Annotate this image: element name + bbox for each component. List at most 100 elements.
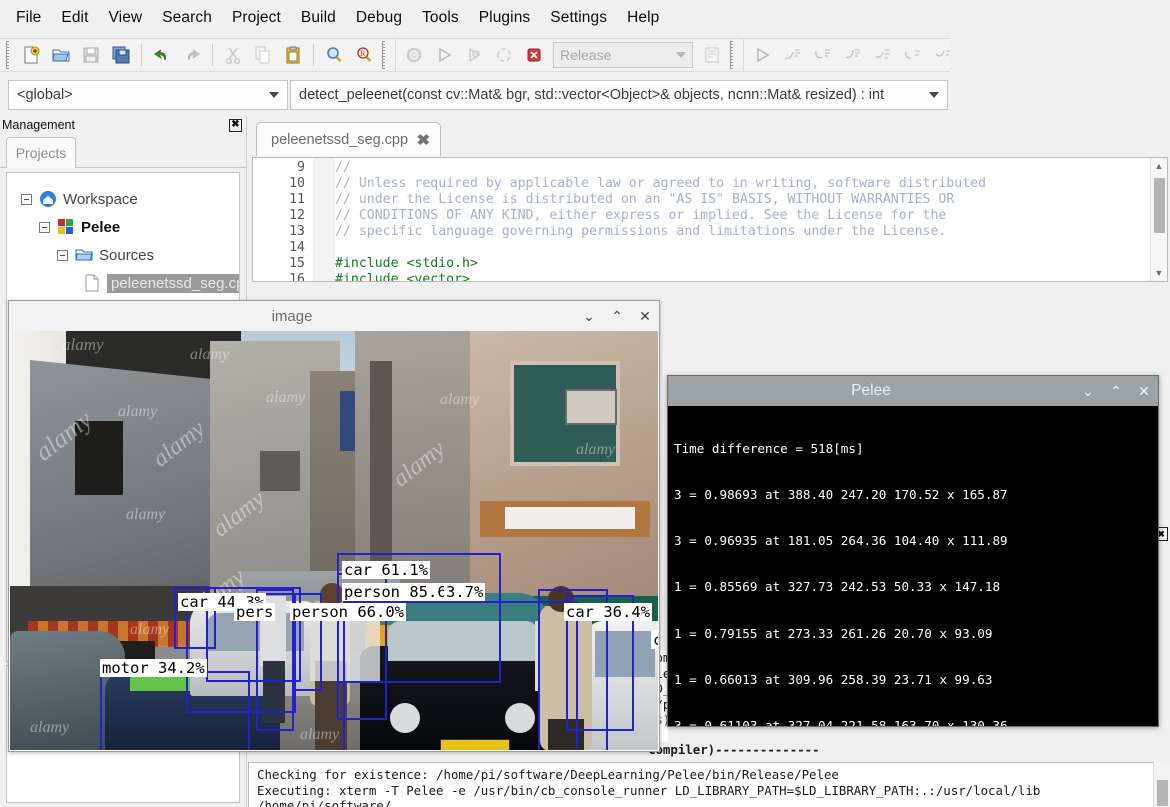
save-icon[interactable] — [77, 41, 105, 69]
collapse-toggle-icon[interactable] — [57, 249, 68, 261]
detection-label-37: 3.7% — [444, 583, 486, 601]
line-number: 11 — [289, 192, 305, 207]
find-icon[interactable] — [320, 41, 348, 69]
ac-unit-1 — [260, 451, 300, 491]
menu-project[interactable]: Project — [222, 5, 291, 31]
close-icon[interactable]: ✖ — [416, 131, 430, 149]
debug-step-into-instruction-icon[interactable] — [898, 41, 926, 69]
editor-vertical-scrollbar[interactable]: ▲ ▼ — [1150, 158, 1167, 281]
collapse-toggle-icon[interactable] — [39, 221, 50, 233]
tree-node-pelee[interactable]: Pelee — [7, 213, 239, 241]
copy-icon[interactable] — [249, 41, 277, 69]
minimize-icon[interactable]: ⌄ — [575, 302, 603, 330]
sign-plate-white — [505, 507, 635, 529]
minimize-icon[interactable]: ⌄ — [1074, 377, 1102, 405]
toolbar-grip[interactable] — [730, 41, 737, 69]
scope-combo[interactable]: <global> — [8, 80, 288, 110]
code-line: 16 #include <vector> — [253, 272, 1149, 281]
menu-search[interactable]: Search — [152, 5, 222, 31]
rebuild-icon[interactable] — [490, 41, 518, 69]
menu-file[interactable]: File — [6, 5, 51, 31]
image-window-title: image — [271, 307, 313, 325]
build-and-run-icon[interactable] — [460, 41, 488, 69]
collapse-toggle-icon[interactable] — [21, 193, 32, 205]
editor-tab-peleenetssd-seg-cpp[interactable]: peleenetssd_seg.cpp ✖ — [256, 122, 441, 156]
cut-icon[interactable] — [219, 41, 247, 69]
function-combo[interactable]: detect_peleenet(const cv::Mat& bgr, std:… — [290, 80, 948, 110]
menu-view[interactable]: View — [99, 5, 153, 31]
compiler-toolbar-group: Release — [396, 38, 744, 72]
debug-next-instruction-icon[interactable] — [868, 41, 896, 69]
debug-step-into-icon[interactable] — [808, 41, 836, 69]
tree-label: Sources — [99, 246, 155, 264]
tree-label: peleenetssd_seg.cpp — [107, 273, 239, 293]
menu-plugins[interactable]: Plugins — [469, 5, 541, 31]
undo-icon[interactable] — [148, 41, 176, 69]
tree-node-sources[interactable]: Sources — [7, 241, 239, 269]
line-text: // specific language governing permissio… — [335, 224, 947, 239]
main-toolbar-group: R — [0, 38, 396, 72]
signboard-left — [75, 421, 123, 495]
project-icon — [57, 218, 75, 236]
menu-build[interactable]: Build — [291, 5, 346, 31]
pelee-terminal-window[interactable]: Pelee ⌄ ⌃ ✕ Time difference = 518[ms] 3 … — [667, 375, 1159, 727]
debug-continue-icon[interactable] — [748, 41, 776, 69]
line-text: // Unless required by applicable law or … — [335, 176, 987, 191]
code-view[interactable]: 9 // 10 // Unless required by applicable… — [252, 157, 1168, 282]
open-file-icon[interactable] — [47, 41, 75, 69]
build-target-combo[interactable]: Release — [553, 42, 693, 68]
detection-label-person-66: person 66.0% — [290, 603, 406, 621]
image-window[interactable]: image ⌄ ⌃ ✕ alamy alamy alamy alamy alam… — [8, 300, 660, 752]
menu-settings[interactable]: Settings — [540, 5, 617, 31]
close-icon[interactable]: ✕ — [631, 302, 659, 330]
scrollbar-thumb[interactable] — [1154, 178, 1165, 233]
management-header: Management ✖ — [0, 116, 246, 134]
code-lines: 9 // 10 // Unless required by applicable… — [253, 160, 1149, 281]
build-log-icon[interactable] — [698, 41, 726, 69]
scroll-down-icon[interactable]: ▼ — [1151, 265, 1167, 281]
build-icon[interactable] — [400, 41, 428, 69]
maximize-icon[interactable]: ⌃ — [603, 302, 631, 330]
debug-next-line-icon[interactable] — [778, 41, 806, 69]
menu-debug[interactable]: Debug — [346, 5, 412, 31]
menu-help[interactable]: Help — [617, 5, 669, 31]
toolbar-grip[interactable] — [6, 41, 13, 69]
menu-edit[interactable]: Edit — [51, 5, 98, 31]
abort-icon[interactable] — [520, 41, 548, 69]
code-line: 11 // under the License is distributed o… — [253, 192, 1149, 208]
debug-step-out-icon[interactable] — [838, 41, 866, 69]
paste-icon[interactable] — [279, 41, 307, 69]
terminal-titlebar[interactable]: Pelee ⌄ ⌃ ✕ — [668, 376, 1158, 406]
toolbar-grip[interactable] — [382, 41, 389, 69]
line-number: 15 — [289, 256, 305, 271]
tree-label: Pelee — [81, 218, 121, 236]
maximize-icon[interactable]: ⌃ — [1102, 377, 1130, 405]
build-log-line: Checking for existence: /home/pi/softwar… — [257, 767, 839, 782]
build-log-line: Executing: xterm -T Pelee -e /usr/bin/cb… — [257, 782, 1041, 807]
chevron-down-icon — [929, 92, 939, 98]
close-icon[interactable]: ✖ — [229, 118, 242, 132]
terminal-output[interactable]: Time difference = 518[ms] 3 = 0.98693 at… — [668, 406, 1158, 726]
bbox-motor-34 — [100, 671, 250, 750]
close-icon[interactable]: ✕ — [1130, 377, 1158, 405]
tab-projects[interactable]: Projects — [6, 137, 76, 168]
tree-node-peleenetssd-seg-cpp[interactable]: peleenetssd_seg.cpp — [7, 269, 239, 297]
replace-icon[interactable]: R — [350, 41, 378, 69]
menu-tools[interactable]: Tools — [412, 5, 469, 31]
save-all-icon[interactable] — [107, 41, 135, 69]
terminal-line: 1 = 0.66013 at 309.96 258.39 23.71 x 99.… — [674, 671, 993, 687]
line-text: #include <stdio.h> — [335, 256, 478, 271]
code-line: 13 // specific language governing permis… — [253, 224, 1149, 240]
tree-label: Workspace — [63, 190, 138, 208]
scroll-up-icon[interactable]: ▲ — [1151, 158, 1167, 174]
image-window-titlebar[interactable]: image ⌄ ⌃ ✕ — [9, 301, 659, 331]
terminal-line: 1 = 0.85569 at 327.73 242.53 50.33 x 147… — [674, 579, 1001, 595]
run-icon[interactable] — [430, 41, 458, 69]
build-log-panel[interactable]: Checking for existence: /home/pi/softwar… — [248, 762, 1170, 807]
scrollbar-thumb[interactable] — [1157, 780, 1168, 806]
tree-node-workspace[interactable]: Workspace — [7, 185, 239, 213]
build-log-scrollbar[interactable] — [1153, 762, 1170, 807]
redo-icon[interactable] — [178, 41, 206, 69]
new-file-icon[interactable] — [17, 41, 45, 69]
image-canvas[interactable]: alamy alamy alamy alamy alamy alamy alam… — [10, 331, 658, 750]
